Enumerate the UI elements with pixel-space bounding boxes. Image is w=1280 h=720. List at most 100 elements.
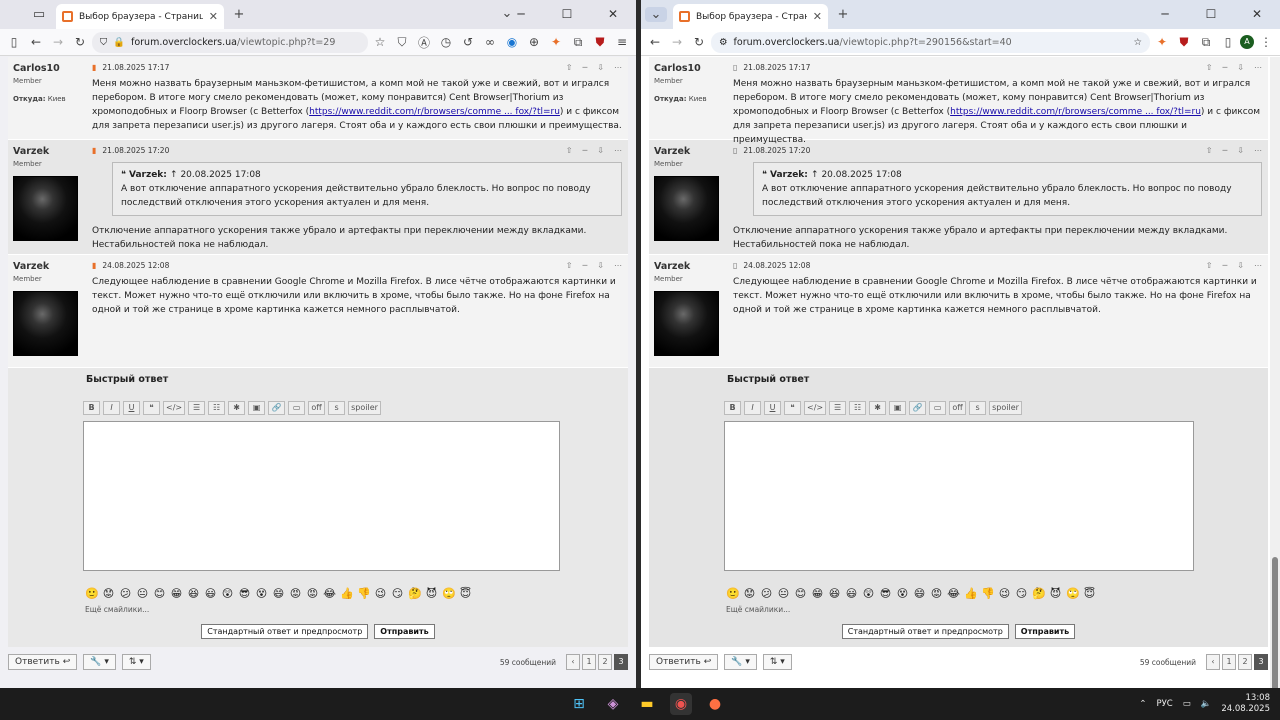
menu-icon[interactable]: ≡: [612, 35, 632, 49]
smiley-icon[interactable]: 😡: [306, 587, 319, 600]
globe-icon[interactable]: ⊕: [524, 35, 544, 49]
smiley-icon[interactable]: 😎: [238, 587, 251, 600]
smiley-icon[interactable]: 🤔: [408, 587, 422, 600]
smiley-icon[interactable]: 😂: [947, 587, 960, 600]
preview-button[interactable]: Стандартный ответ и предпросмотр: [201, 624, 369, 639]
maximize-icon[interactable]: ☐: [1188, 0, 1234, 29]
smiley-icon[interactable]: 😆: [828, 587, 841, 600]
new-tab-icon[interactable]: +: [228, 7, 250, 22]
smiley-icon[interactable]: 👎: [357, 587, 371, 600]
downvote-icon[interactable]: ⇩: [1237, 261, 1244, 270]
smiley-icon[interactable]: 😡: [930, 587, 943, 600]
quote-meta[interactable]: ↑ 20.08.2025 17:08: [170, 170, 261, 180]
ordered-list-button[interactable]: ☷: [208, 401, 226, 415]
firefox-icon[interactable]: ●: [704, 693, 726, 715]
quote-button[interactable]: ❝: [143, 401, 160, 415]
smiley-icon[interactable]: 😃: [845, 587, 858, 600]
page-link[interactable]: 1: [582, 654, 596, 670]
avatar[interactable]: [654, 291, 719, 356]
undo-close-icon[interactable]: ↺: [458, 35, 478, 49]
offtopic-button[interactable]: off: [949, 401, 967, 415]
smiley-icon[interactable]: 👎: [981, 587, 995, 600]
bold-button[interactable]: B: [83, 401, 100, 415]
sort-dropdown[interactable]: ⇅ ▾: [762, 654, 792, 670]
metamask-icon[interactable]: ✦: [546, 35, 566, 49]
scrollbar-thumb[interactable]: [1272, 557, 1278, 688]
media-button[interactable]: ▭: [288, 401, 306, 415]
dash-icon[interactable]: ─: [582, 261, 587, 270]
reply-button[interactable]: Ответить ↩: [649, 654, 719, 670]
tab-active[interactable]: Выбор браузера - Страница 3 ✕: [56, 4, 224, 29]
reload-icon[interactable]: ↻: [70, 35, 90, 49]
smiley-icon[interactable]: 🙄: [1066, 587, 1080, 600]
code-button[interactable]: </>: [163, 401, 186, 415]
close-window-icon[interactable]: ✕: [590, 0, 636, 29]
list-button[interactable]: ☰: [829, 401, 847, 415]
address-bar[interactable]: ⛉ 🔒 forum.overclockers.ua/viewtopic.php?…: [92, 31, 368, 53]
smiley-icon[interactable]: 😃: [204, 587, 217, 600]
smiley-icon[interactable]: 😡: [289, 587, 302, 600]
send-button[interactable]: Отправить: [1014, 624, 1076, 639]
post-file-icon[interactable]: ▯: [733, 146, 737, 155]
smiley-icon[interactable]: 🙂: [726, 587, 740, 600]
spoiler-button[interactable]: spoiler: [989, 401, 1022, 415]
close-tab-icon[interactable]: ✕: [209, 10, 218, 23]
smiley-icon[interactable]: 😇: [1083, 587, 1096, 600]
spoiler-button[interactable]: spoiler: [348, 401, 381, 415]
smiley-icon[interactable]: 🙄: [442, 587, 456, 600]
lock-icon[interactable]: 🔒: [113, 37, 125, 48]
smiley-icon[interactable]: 😟: [743, 587, 756, 600]
offtopic-button[interactable]: off: [308, 401, 326, 415]
quote-button[interactable]: ❝: [784, 401, 801, 415]
post-author[interactable]: Varzek: [654, 146, 724, 157]
minimize-icon[interactable]: ─: [1142, 0, 1188, 29]
link-button[interactable]: 🔗: [268, 401, 286, 415]
code-button[interactable]: </>: [804, 401, 827, 415]
underline-button[interactable]: U: [764, 401, 781, 415]
more-icon[interactable]: ⋯: [614, 146, 622, 155]
post-file-icon[interactable]: ▮: [92, 261, 96, 270]
downvote-icon[interactable]: ⇩: [597, 63, 604, 72]
extension-a-icon[interactable]: Ⓐ: [414, 34, 434, 51]
tab-active[interactable]: Выбор браузера - Страница 3 ✕: [673, 4, 828, 29]
more-icon[interactable]: ⋯: [1254, 146, 1262, 155]
list-item-button[interactable]: ✱: [228, 401, 246, 415]
bookmark-star-icon[interactable]: ☆: [370, 35, 390, 49]
file-explorer-icon[interactable]: ▬: [636, 693, 658, 715]
upvote-icon[interactable]: ⇧: [1206, 261, 1213, 270]
reply-button[interactable]: Ответить ↩: [8, 654, 78, 670]
upvote-icon[interactable]: ⇧: [566, 261, 573, 270]
tools-dropdown[interactable]: 🔧 ▾: [83, 654, 116, 670]
tab-list-icon[interactable]: ▭: [28, 7, 50, 22]
reply-textarea[interactable]: [83, 421, 560, 571]
tab-search-icon[interactable]: ⌄: [645, 7, 667, 22]
windows-start-icon[interactable]: ⊞: [568, 693, 590, 715]
chrome-icon[interactable]: ◉: [670, 693, 692, 715]
post-author[interactable]: Carlos10: [654, 63, 724, 74]
smiley-icon[interactable]: 😉: [998, 587, 1011, 600]
smiley-icon[interactable]: 😕: [760, 587, 773, 600]
smiley-icon[interactable]: 😄: [913, 587, 926, 600]
smiley-icon[interactable]: 😵: [896, 587, 909, 600]
post-file-icon[interactable]: ▮: [92, 63, 96, 72]
edge-like-icon[interactable]: ◉: [502, 35, 522, 49]
post-file-icon[interactable]: ▮: [92, 146, 96, 155]
forward-icon[interactable]: →: [48, 35, 68, 49]
back-icon[interactable]: ←: [645, 35, 665, 49]
smiley-icon[interactable]: 😉: [374, 587, 387, 600]
volume-icon[interactable]: 🔈: [1201, 699, 1212, 709]
smiley-icon[interactable]: 🤔: [1032, 587, 1046, 600]
link-button[interactable]: 🔗: [909, 401, 927, 415]
new-tab-icon[interactable]: +: [832, 7, 854, 22]
downvote-icon[interactable]: ⇩: [597, 146, 604, 155]
post-link[interactable]: https://www.reddit.com/r/browsers/comme …: [950, 107, 1201, 117]
smiley-icon[interactable]: 😏: [391, 587, 404, 600]
page-link[interactable]: 2: [1238, 654, 1252, 670]
prev-page-icon[interactable]: ‹: [1206, 654, 1220, 670]
tray-chevron-icon[interactable]: ⌃: [1139, 699, 1146, 709]
maximize-icon[interactable]: ☐: [544, 0, 590, 29]
close-tab-icon[interactable]: ✕: [813, 10, 822, 23]
more-icon[interactable]: ⋯: [614, 261, 622, 270]
minimize-icon[interactable]: ─: [498, 0, 544, 29]
ordered-list-button[interactable]: ☷: [849, 401, 867, 415]
